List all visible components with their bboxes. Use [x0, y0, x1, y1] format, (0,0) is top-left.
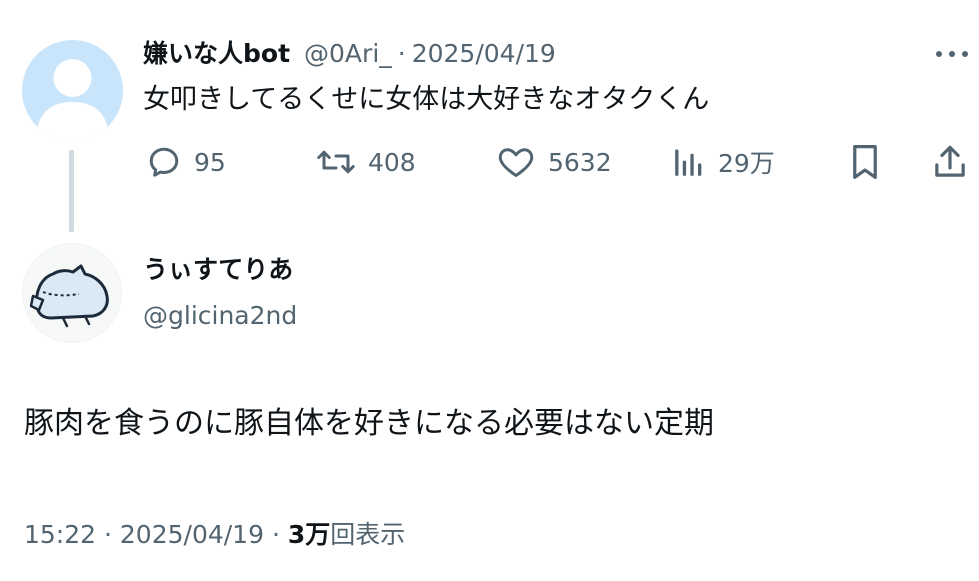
share-icon [935, 145, 965, 177]
tweet-timestamp-footer: 15:22 · 2025/04/19 · 3万回表示 [24, 517, 405, 553]
view-count-label: 回表示 [330, 520, 406, 549]
thread-line [69, 150, 74, 232]
reply-button[interactable]: 95 [146, 140, 226, 184]
heart-icon [498, 148, 534, 177]
bookmark-button[interactable] [850, 140, 880, 184]
parent-header: 嫌いな人bot @0Ari_ · 2025/04/19 [143, 36, 556, 72]
default-avatar-icon [36, 59, 109, 141]
view-count: 3万 [287, 520, 331, 549]
reply-handle[interactable]: @glicina2nd [143, 298, 297, 334]
cat-pillow-avatar-icon [29, 264, 109, 328]
parent-tweet-text: 女叩きしてるくせに女体は大好きなオタクくん [143, 84, 710, 115]
reply-avatar[interactable] [22, 243, 122, 343]
views-button[interactable]: 29万 [672, 140, 775, 184]
views-chart-icon [675, 149, 702, 176]
tweet-time[interactable]: 15:22 [24, 520, 96, 549]
footer-separator: · [271, 520, 288, 549]
parent-handle[interactable]: @0Ari_ [304, 36, 392, 72]
more-icon[interactable] [930, 44, 974, 64]
share-button[interactable] [932, 140, 968, 184]
retweet-icon [317, 150, 355, 174]
reply-display-name[interactable]: うぃすてりあ [143, 252, 293, 288]
bookmark-icon [853, 145, 877, 179]
retweet-button[interactable]: 408 [316, 140, 416, 184]
retweet-count: 408 [368, 147, 416, 177]
reply-icon [149, 147, 179, 177]
reply-count: 95 [194, 147, 226, 177]
footer-separator: · [104, 520, 120, 549]
parent-separator: · [397, 39, 406, 68]
parent-display-name[interactable]: 嫌いな人bot [143, 36, 290, 72]
parent-avatar[interactable] [22, 40, 123, 141]
tweet-date[interactable]: 2025/04/19 [120, 520, 264, 549]
like-count: 5632 [548, 147, 612, 177]
reply-tweet-text: 豚肉を食うのに豚自体を好きになる必要はない定期 [24, 406, 714, 441]
like-button[interactable]: 5632 [496, 140, 612, 184]
parent-date[interactable]: 2025/04/19 [412, 36, 556, 72]
views-count: 29万 [718, 149, 775, 178]
